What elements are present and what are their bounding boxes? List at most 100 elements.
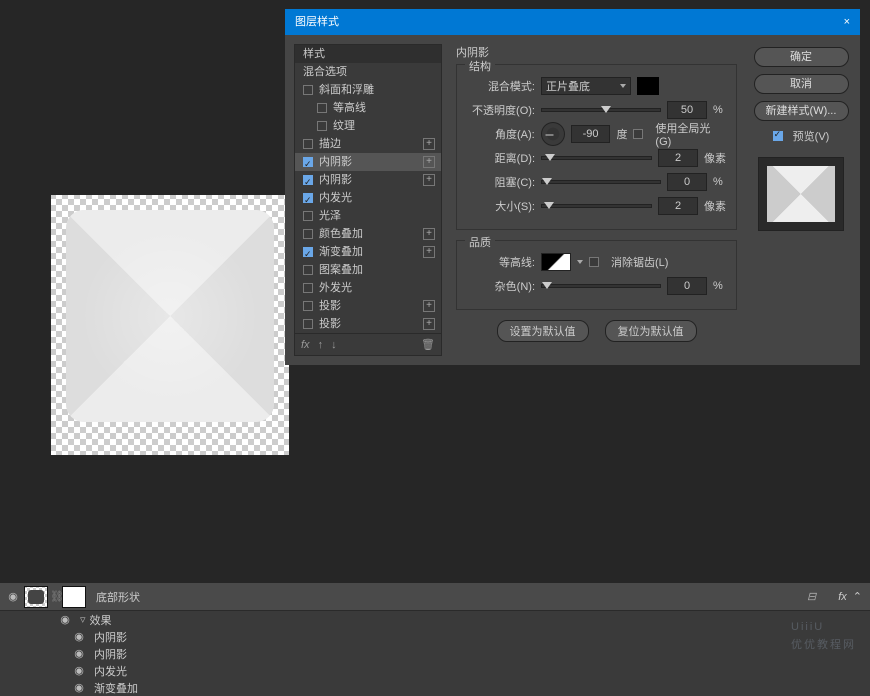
style-check[interactable]: [303, 319, 313, 329]
distance-field[interactable]: 2: [658, 149, 698, 167]
style-check[interactable]: [303, 247, 313, 257]
eye-icon[interactable]: ◉: [70, 647, 88, 660]
style-check[interactable]: [317, 121, 327, 131]
collapse-icon[interactable]: ⊟: [807, 590, 816, 603]
color-swatch[interactable]: [637, 77, 659, 95]
reset-default-button[interactable]: 复位为默认值: [605, 320, 697, 342]
plus-icon[interactable]: +: [423, 156, 435, 168]
style-row-11[interactable]: 外发光: [295, 279, 441, 297]
style-row-0[interactable]: 斜面和浮雕: [295, 81, 441, 99]
dialog-sidebar: 确定 取消 新建样式(W)... 预览(V): [751, 44, 851, 356]
style-check[interactable]: [303, 265, 313, 275]
effect-row[interactable]: ◉内发光: [0, 662, 870, 679]
noise-slider[interactable]: [541, 284, 661, 288]
layers-panel: ◉ ⛓ 底部形状 ⊟ fx ⌃ ◉ ▿ 效果 ◉内阴影◉内阴影◉内发光◉渐变叠加: [0, 583, 870, 696]
preview-check[interactable]: [773, 131, 783, 141]
blending-options-row[interactable]: 混合选项: [295, 63, 441, 81]
global-light-check[interactable]: [633, 129, 643, 139]
eye-icon[interactable]: ◉: [70, 630, 88, 643]
noise-field[interactable]: 0: [667, 277, 707, 295]
style-row-5[interactable]: 内阴影+: [295, 171, 441, 189]
style-check[interactable]: [303, 193, 313, 203]
eye-icon[interactable]: ◉: [70, 681, 88, 694]
style-row-8[interactable]: 颜色叠加+: [295, 225, 441, 243]
style-check[interactable]: [303, 175, 313, 185]
effects-header-row[interactable]: ◉ ▿ 效果: [0, 611, 870, 628]
style-row-6[interactable]: 内发光: [295, 189, 441, 207]
style-row-4[interactable]: 内阴影+: [295, 153, 441, 171]
ok-button[interactable]: 确定: [754, 47, 849, 67]
fx-label[interactable]: fx: [838, 591, 847, 603]
style-row-7[interactable]: 光泽: [295, 207, 441, 225]
eye-icon[interactable]: ◉: [56, 613, 74, 626]
contour-picker[interactable]: [541, 253, 571, 271]
cancel-button[interactable]: 取消: [754, 74, 849, 94]
antialias-check[interactable]: [589, 257, 599, 267]
effect-row[interactable]: ◉内阴影: [0, 645, 870, 662]
angle-field[interactable]: -90: [571, 125, 611, 143]
eye-icon[interactable]: ◉: [70, 664, 88, 677]
plus-icon[interactable]: +: [423, 246, 435, 258]
style-check[interactable]: [303, 283, 313, 293]
styles-list-panel: 样式 混合选项 斜面和浮雕等高线纹理描边+内阴影+内阴影+内发光光泽颜色叠加+渐…: [294, 44, 442, 356]
layer-thumb-mask[interactable]: [62, 586, 86, 608]
canvas-transparent-bg[interactable]: [51, 195, 289, 455]
style-check[interactable]: [303, 139, 313, 149]
plus-icon[interactable]: +: [423, 300, 435, 312]
style-row-9[interactable]: 渐变叠加+: [295, 243, 441, 261]
chevron-down-icon[interactable]: ⌃: [853, 590, 862, 603]
chevron-down-icon[interactable]: [577, 260, 583, 264]
layer-style-dialog: 图层样式 × 样式 混合选项 斜面和浮雕等高线纹理描边+内阴影+内阴影+内发光光…: [285, 9, 860, 365]
style-row-3[interactable]: 描边+: [295, 135, 441, 153]
link-icon[interactable]: ⛓: [50, 590, 60, 603]
fx-icon[interactable]: fx: [301, 339, 310, 351]
preview-box: [758, 157, 844, 231]
plus-icon[interactable]: +: [423, 174, 435, 186]
chevron-down-icon: [620, 84, 626, 88]
style-check[interactable]: [303, 157, 313, 167]
watermark: UiiiU 优优教程网: [791, 610, 856, 652]
style-row-12[interactable]: 投影+: [295, 297, 441, 315]
style-check[interactable]: [303, 229, 313, 239]
eye-icon[interactable]: ◉: [4, 590, 22, 603]
distance-slider[interactable]: [541, 156, 652, 160]
choke-slider[interactable]: [541, 180, 661, 184]
new-style-button[interactable]: 新建样式(W)...: [754, 101, 849, 121]
layer-thumb-shape[interactable]: [24, 586, 48, 608]
styles-header[interactable]: 样式: [295, 45, 441, 63]
collapse-toggle[interactable]: ▿: [80, 613, 86, 626]
style-check[interactable]: [303, 301, 313, 311]
style-check[interactable]: [303, 211, 313, 221]
styles-footer: fx ↑ ↓ 🗑: [295, 333, 441, 355]
style-check[interactable]: [303, 85, 313, 95]
style-row-1[interactable]: 等高线: [295, 99, 441, 117]
layer-row[interactable]: ◉ ⛓ 底部形状 ⊟ fx ⌃: [0, 583, 870, 611]
trash-icon[interactable]: 🗑: [421, 338, 435, 351]
size-slider[interactable]: [541, 204, 652, 208]
plus-icon[interactable]: +: [423, 138, 435, 150]
style-row-13[interactable]: 投影+: [295, 315, 441, 333]
effect-row[interactable]: ◉渐变叠加: [0, 679, 870, 696]
make-default-button[interactable]: 设置为默认值: [497, 320, 589, 342]
effect-row[interactable]: ◉内阴影: [0, 628, 870, 645]
style-row-2[interactable]: 纹理: [295, 117, 441, 135]
opacity-slider[interactable]: [541, 108, 661, 112]
dialog-titlebar[interactable]: 图层样式 ×: [285, 9, 860, 35]
blend-mode-select[interactable]: 正片叠底: [541, 77, 631, 95]
choke-field[interactable]: 0: [667, 173, 707, 191]
arrow-up-icon[interactable]: ↑: [318, 339, 324, 351]
layer-name[interactable]: 底部形状: [96, 589, 140, 605]
close-icon[interactable]: ×: [844, 9, 850, 35]
size-field[interactable]: 2: [658, 197, 698, 215]
style-row-10[interactable]: 图案叠加: [295, 261, 441, 279]
structure-fieldset: 结构 混合模式: 正片叠底 不透明度(O): 50 % 角度(A): -90 度: [456, 64, 737, 230]
plus-icon[interactable]: +: [423, 318, 435, 330]
section-title: 内阴影: [456, 44, 737, 60]
dialog-title: 图层样式: [295, 9, 339, 35]
rounded-square-shape: [66, 210, 274, 422]
opacity-field[interactable]: 50: [667, 101, 707, 119]
arrow-down-icon[interactable]: ↓: [331, 339, 337, 351]
angle-dial[interactable]: [541, 122, 565, 146]
style-check[interactable]: [317, 103, 327, 113]
plus-icon[interactable]: +: [423, 228, 435, 240]
